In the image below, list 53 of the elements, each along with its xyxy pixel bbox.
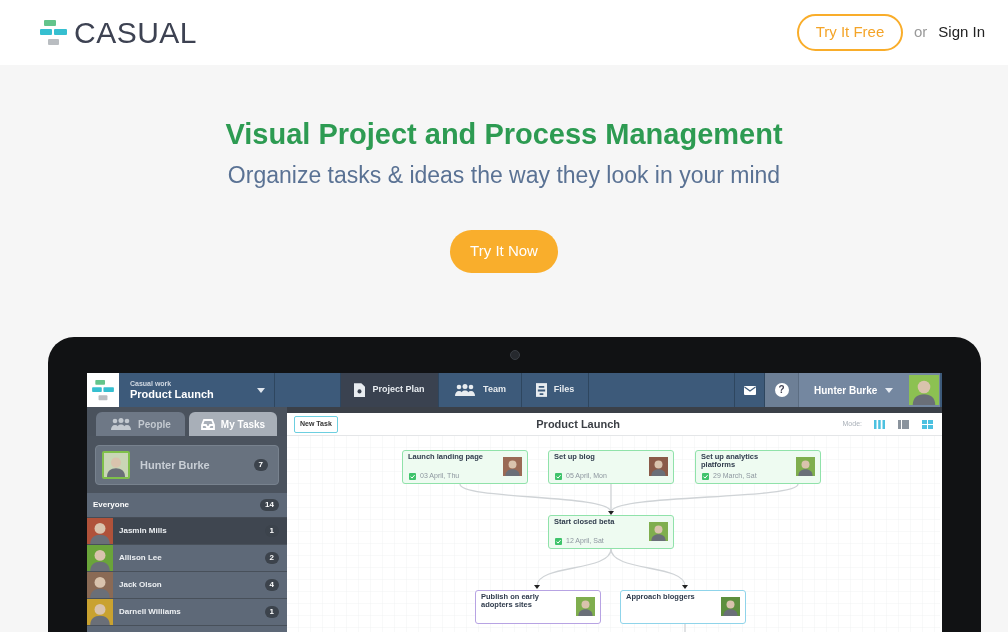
count-badge: 4 bbox=[264, 579, 279, 591]
avatar bbox=[649, 457, 668, 476]
people-icon bbox=[110, 418, 133, 430]
sign-in-link[interactable]: Sign In bbox=[938, 21, 985, 44]
list-view-icon[interactable] bbox=[898, 419, 909, 429]
checkbox[interactable] bbox=[702, 472, 709, 480]
nav-tab[interactable]: Files bbox=[522, 373, 589, 407]
profile-card[interactable]: Hunter Burke 7 bbox=[95, 445, 279, 485]
logo-icon bbox=[40, 19, 67, 46]
checkbox[interactable] bbox=[555, 472, 562, 480]
mail-icon bbox=[743, 385, 756, 395]
caret-icon bbox=[257, 387, 265, 393]
nav-tab[interactable]: Project Plan bbox=[341, 373, 439, 407]
avatar bbox=[649, 522, 668, 541]
help-button[interactable]: ? bbox=[774, 383, 789, 397]
avatar bbox=[721, 597, 740, 616]
count-badge: 1 bbox=[264, 606, 279, 618]
project-name: Product Launch bbox=[130, 387, 214, 401]
avatar bbox=[87, 599, 113, 625]
document-icon bbox=[354, 383, 366, 397]
avatar bbox=[87, 572, 113, 598]
logo-text[interactable]: CASUAL bbox=[74, 15, 198, 50]
nav-tab[interactable]: Team bbox=[439, 373, 522, 407]
file-icon bbox=[535, 383, 547, 397]
checkbox[interactable] bbox=[555, 537, 562, 545]
avatar bbox=[104, 453, 128, 477]
grid-view-icon[interactable] bbox=[922, 419, 933, 429]
logo-icon bbox=[92, 379, 114, 401]
count-badge: 14 bbox=[260, 499, 279, 511]
person-row[interactable]: Allison Lee 2 bbox=[87, 545, 287, 572]
people-icon bbox=[454, 384, 477, 396]
avatar bbox=[796, 457, 815, 476]
person-row[interactable]: Jasmin Mills 1 bbox=[87, 518, 287, 545]
camera bbox=[509, 350, 520, 360]
or-label: or bbox=[913, 22, 928, 43]
person-row[interactable]: Jack Olson 4 bbox=[87, 572, 287, 599]
hero-subtitle: Organize tasks & ideas the way they look in your mind bbox=[227, 161, 781, 190]
count-badge: 7 bbox=[253, 459, 268, 471]
person-row[interactable]: Darnell Williams 1 bbox=[87, 599, 287, 626]
avatar bbox=[576, 597, 595, 616]
count-badge: 1 bbox=[264, 525, 279, 537]
avatar bbox=[87, 545, 113, 571]
tray-icon bbox=[200, 418, 215, 430]
avatar bbox=[503, 457, 522, 476]
user-menu[interactable]: Hunter Burke bbox=[799, 373, 907, 407]
avatar bbox=[87, 518, 113, 544]
hero-title: Visual Project and Process Management bbox=[225, 117, 783, 152]
checkbox[interactable] bbox=[409, 472, 416, 480]
caret-icon bbox=[885, 387, 894, 393]
canvas-title: Product Launch bbox=[536, 416, 620, 432]
count-badge: 2 bbox=[264, 552, 279, 564]
columns-view-icon[interactable] bbox=[874, 419, 885, 429]
user-avatar bbox=[908, 375, 939, 405]
